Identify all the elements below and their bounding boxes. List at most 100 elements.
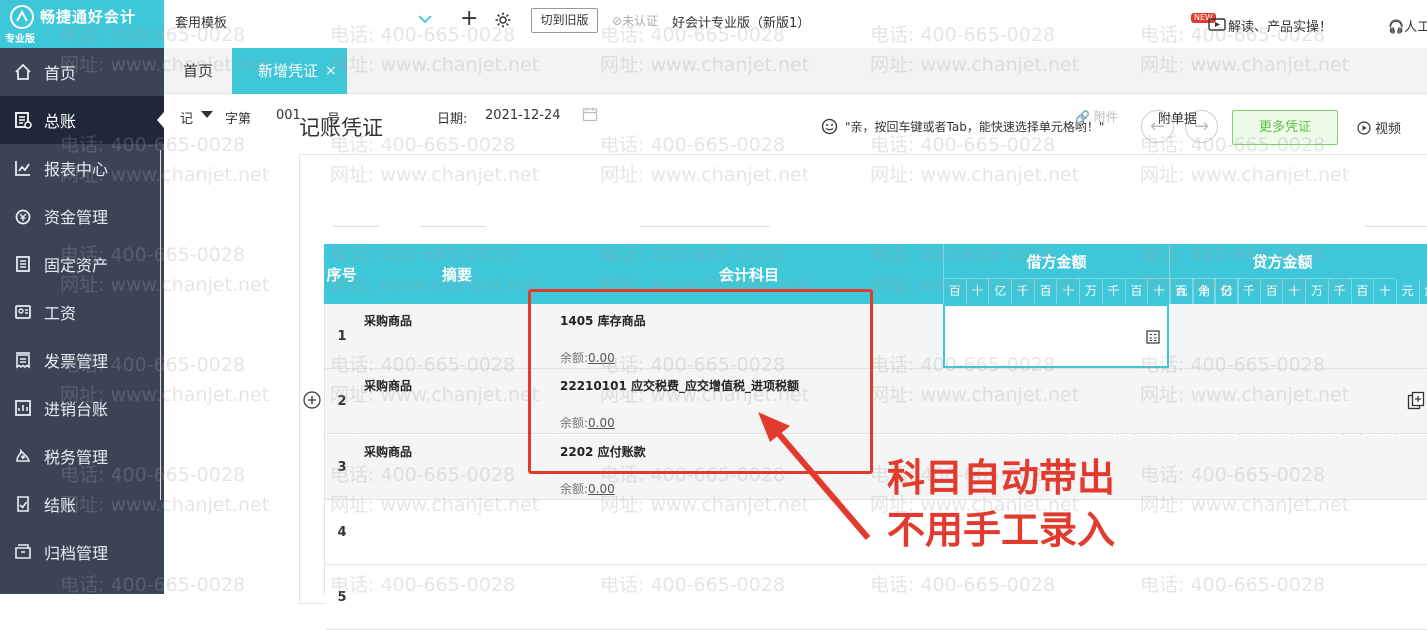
- digit-unit: 十: [1193, 279, 1216, 304]
- sidebar-item-archive[interactable]: 归档管理: [0, 528, 164, 576]
- tax-icon: [12, 445, 34, 467]
- add-row-icon[interactable]: [303, 391, 321, 409]
- copy-row-icon[interactable]: [1407, 391, 1427, 411]
- digit-unit: 百: [1261, 279, 1284, 304]
- header-summary: 摘要: [359, 244, 555, 304]
- row-number: 5: [337, 590, 347, 606]
- digit-unit: 百: [1035, 279, 1058, 304]
- sidebar-item-label: 报表中心: [44, 160, 109, 179]
- sidebar-item-label: 发票管理: [44, 352, 109, 371]
- sidebar-item-salary[interactable]: 工资: [0, 288, 164, 336]
- digit-unit: 十: [1283, 279, 1307, 304]
- chart-icon: [12, 157, 34, 179]
- attachment-label: 附件: [1093, 110, 1118, 124]
- summary-cell[interactable]: 采购商品: [364, 312, 412, 329]
- voucher-type-select[interactable]: 记: [180, 108, 193, 127]
- template-select[interactable]: 套用模板: [175, 12, 227, 31]
- video-button[interactable]: 视频: [1357, 118, 1401, 137]
- digit-unit: 千: [1329, 279, 1352, 304]
- sidebar-item-label: 首页: [44, 64, 77, 83]
- app-logo[interactable]: 畅捷通好会计 专业版: [0, 0, 164, 48]
- switch-old-version-button[interactable]: 切到旧版: [531, 8, 598, 33]
- cert-status-label: 未认证: [622, 14, 659, 28]
- sidebar-item-funds[interactable]: 资金管理: [0, 192, 164, 240]
- digit-unit: 千: [1103, 279, 1126, 304]
- annotation-arrow: [758, 412, 871, 540]
- sidebar-item-label: 总账: [44, 112, 77, 131]
- row-number: 4: [337, 524, 347, 540]
- sidebar-item-tax[interactable]: 税务管理: [0, 432, 164, 480]
- app-name: 畅捷通好会计: [40, 8, 137, 26]
- more-vouchers-button[interactable]: 更多凭证: [1232, 110, 1338, 145]
- sidebar-item-ledger[interactable]: 总账: [0, 96, 164, 144]
- page-title: 记账凭证: [299, 116, 383, 140]
- balance-value: 0.00: [588, 481, 615, 496]
- sidebar-item-fixed-assets[interactable]: 固定资产: [0, 240, 164, 288]
- voucher-hao-label: 号: [327, 112, 341, 127]
- digit-unit: 千: [1012, 279, 1035, 304]
- digit-unit: 亿: [989, 279, 1013, 304]
- digit-unit: 万: [1306, 279, 1329, 304]
- voucher-zi-label: 字第: [225, 112, 252, 127]
- digit-unit: 万: [1080, 279, 1103, 304]
- add-button[interactable]: +: [460, 8, 478, 30]
- tab-new-voucher[interactable]: 新增凭证 ×: [232, 48, 347, 94]
- sidebar-item-home[interactable]: 首页: [0, 48, 164, 96]
- closing-icon: [12, 493, 34, 515]
- digit-unit: 十: [1374, 279, 1397, 304]
- sidebar-item-invoices[interactable]: 发票管理: [0, 336, 164, 384]
- inventory-icon: [12, 397, 34, 419]
- sidebar-item-inventory[interactable]: 进销台账: [0, 384, 164, 432]
- digit-unit: 十: [1057, 279, 1081, 304]
- cert-status[interactable]: ⊘未认证: [612, 12, 658, 29]
- calendar-icon[interactable]: [582, 106, 598, 122]
- row-number: 1: [337, 329, 347, 344]
- tab-home[interactable]: 首页: [164, 48, 232, 94]
- sidebar-item-label: 工资: [44, 304, 77, 323]
- voucher-number-input[interactable]: 001: [276, 108, 301, 123]
- asset-icon: [12, 253, 34, 275]
- service-label: 人工: [1404, 20, 1427, 35]
- debit-amount-input[interactable]: [943, 304, 1169, 368]
- tab-bar: 首页 新增凭证 ×: [164, 48, 1427, 94]
- money-icon: [12, 205, 34, 227]
- smile-icon: [821, 118, 838, 135]
- customer-service[interactable]: 🎧人工: [1388, 16, 1427, 35]
- sidebar-item-label: 税务管理: [44, 448, 109, 467]
- digit-unit: 十: [967, 279, 990, 304]
- calculator-icon[interactable]: [1146, 330, 1160, 344]
- sidebar-item-label: 资金管理: [44, 208, 109, 227]
- sidebar-item-closing[interactable]: 结账: [0, 480, 164, 528]
- close-icon[interactable]: ×: [325, 48, 337, 94]
- header-debit: 借方金额: [943, 244, 1169, 279]
- summary-cell[interactable]: 采购商品: [364, 443, 412, 460]
- sidebar-item-label: 归档管理: [44, 544, 109, 563]
- digit-unit: 百: [1126, 279, 1149, 304]
- video-news-icon[interactable]: [1208, 16, 1226, 32]
- digit-unit: 元: [1397, 279, 1420, 304]
- sidebar-item-reports[interactable]: 报表中心: [0, 144, 164, 192]
- date-input[interactable]: 2021-12-24: [485, 108, 561, 123]
- docs-label: 附单据: [1158, 112, 1198, 127]
- account-name[interactable]: 好会计专业版（新版1）: [672, 12, 810, 31]
- annotation-line-1: 科目自动带出: [887, 456, 1116, 500]
- gear-icon[interactable]: [494, 11, 512, 29]
- table-row: [325, 565, 1427, 630]
- row-number: 2: [337, 394, 347, 410]
- archive-icon: [12, 541, 34, 563]
- sidebar-item-label: 结账: [44, 496, 77, 515]
- video-label: 视频: [1375, 122, 1402, 137]
- tab-label: 新增凭证: [258, 62, 319, 80]
- news-link[interactable]: 解读、产品实操！: [1228, 16, 1332, 35]
- balance-label: 余额:: [560, 481, 589, 496]
- play-icon: [1357, 120, 1371, 135]
- caret-down-icon[interactable]: [201, 111, 213, 118]
- credit-digit-units: 百十亿千百十万千百十元角分: [1170, 279, 1427, 304]
- summary-cell[interactable]: 采购商品: [364, 377, 412, 394]
- digit-unit: 亿: [1215, 279, 1239, 304]
- attachment-button[interactable]: 🔗 附件: [1075, 108, 1118, 125]
- ledger-icon: [12, 109, 34, 131]
- chevron-down-icon[interactable]: [417, 12, 433, 26]
- digit-unit: 百: [944, 279, 967, 304]
- digit-unit: 百: [1352, 279, 1375, 304]
